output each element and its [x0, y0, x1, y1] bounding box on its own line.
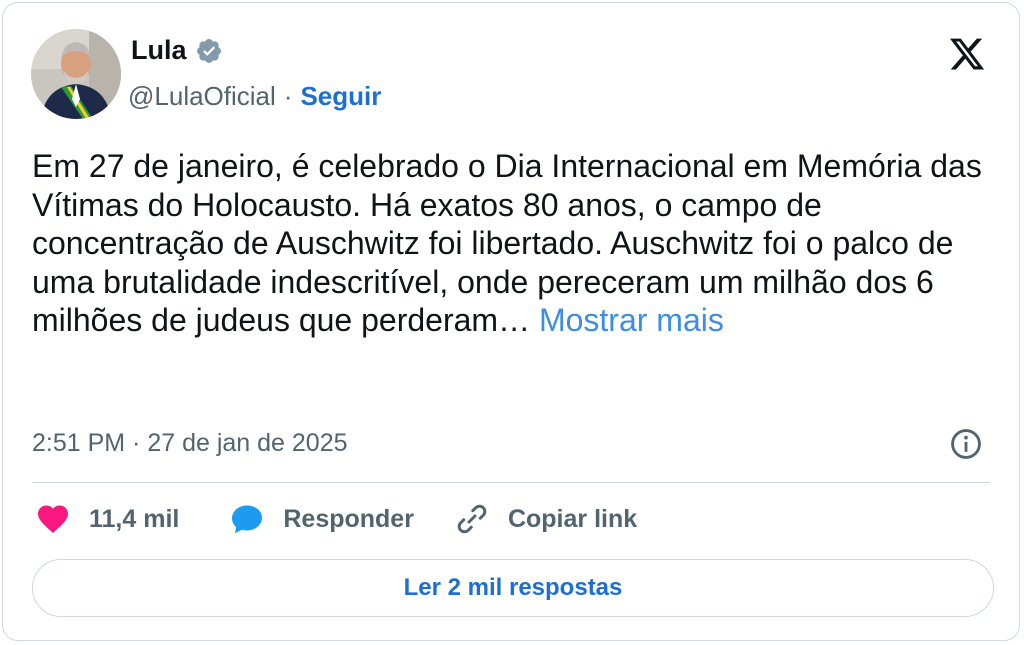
reply-label: Responder	[283, 504, 414, 533]
avatar-image	[31, 29, 121, 119]
author-handle-row: @LulaOficial · Seguir	[128, 81, 381, 112]
read-replies-label: Ler 2 mil respostas	[403, 574, 623, 601]
author-name[interactable]: Lula	[131, 35, 187, 66]
read-replies-button[interactable]: Ler 2 mil respostas	[32, 559, 994, 617]
reply-button[interactable]: Responder	[229, 501, 414, 537]
copy-link-label: Copiar link	[507, 504, 638, 533]
follow-button[interactable]: Seguir	[300, 81, 381, 112]
info-icon[interactable]	[949, 427, 983, 461]
x-logo-icon[interactable]	[947, 35, 987, 73]
heart-icon	[38, 505, 68, 534]
author-handle[interactable]: @LulaOficial	[128, 81, 276, 112]
reply-bubble-icon	[232, 505, 263, 534]
link-icon	[457, 504, 487, 534]
like-button[interactable]: 11,4 mil	[35, 501, 179, 537]
tweet-timestamp[interactable]: 2:51 PM · 27 de jan de 2025	[32, 429, 348, 458]
separator-dot: ·	[283, 81, 293, 111]
action-bar: 11,4 mil Responder Copiar link	[35, 501, 637, 537]
copy-link-button[interactable]: Copiar link	[454, 501, 637, 537]
like-count: 11,4 mil	[89, 504, 180, 533]
avatar[interactable]	[31, 29, 121, 119]
divider	[32, 482, 990, 483]
tweet-body: Em 27 de janeiro, é celebrado o Dia Inte…	[32, 148, 982, 338]
tweet-text: Em 27 de janeiro, é celebrado o Dia Inte…	[32, 147, 992, 340]
author-name-row: Lula	[131, 35, 223, 66]
tweet-embed-card: Lula @LulaOficial · Seguir Em 27 de jane…	[2, 2, 1020, 641]
show-more-link[interactable]: Mostrar mais	[539, 302, 724, 338]
verified-badge-icon	[195, 37, 223, 65]
